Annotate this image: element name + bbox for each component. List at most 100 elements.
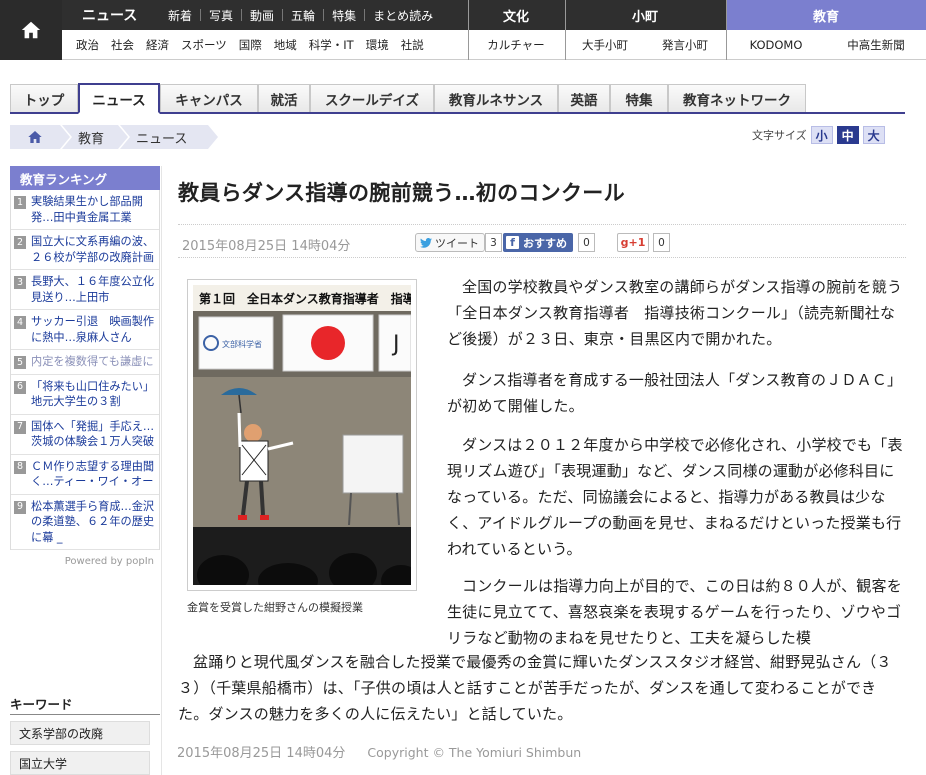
nav-hatsugen[interactable]: 発言小町: [645, 30, 725, 60]
rank-number: 5: [14, 356, 26, 369]
global-header: ニュース 新着 写真 動画 五輪 特集 まとめ読み 文化 小町 教育 政治 社会…: [0, 0, 926, 60]
font-size-small-button[interactable]: 小: [810, 126, 833, 144]
nav-cat-science[interactable]: 科学・IT: [309, 37, 354, 53]
ranking-item[interactable]: 8 ＣＭ作り志望する理由聞く…ティー・ワイ・オー: [11, 455, 159, 495]
keyword-item[interactable]: 文系学部の改廃: [10, 721, 150, 745]
breadcrumb: 教育 ニュース: [10, 125, 460, 149]
ranking-item[interactable]: 9 松本薫選手ら育成…金沢の柔道塾、６２年の歴史に幕 _: [11, 495, 159, 550]
article-photo-frame: 第１回 全日本ダンス教育指導者 指導 文部科学省 J: [187, 279, 417, 591]
facebook-label: おすすめ: [523, 236, 567, 250]
copyright: Copyright © The Yomiuri Shimbun: [367, 745, 582, 760]
rank-number: 2: [14, 236, 26, 249]
font-size-label: 文字サイズ: [752, 129, 807, 142]
nav-cat-economy[interactable]: 経済: [146, 37, 169, 53]
tab-news[interactable]: ニュース: [78, 83, 160, 114]
nav-cat-international[interactable]: 国際: [239, 37, 262, 53]
tab-features[interactable]: 特集: [610, 84, 668, 112]
nav-culture[interactable]: 文化: [468, 0, 564, 30]
tweet-count: 3: [485, 233, 502, 252]
global-nav-sub: 政治 社会 経済 スポーツ 国際 地域 科学・IT 環境 社説 カルチャー 大手…: [62, 30, 926, 60]
rank-number: 1: [14, 196, 26, 209]
nav-sub-item[interactable]: 写真: [209, 7, 233, 24]
keyword-title: キーワード: [10, 697, 73, 712]
ranking-item-text: ＣＭ作り志望する理由聞く…ティー・ワイ・オー: [31, 459, 155, 489]
home-icon: [28, 131, 42, 143]
nav-cat-editorial[interactable]: 社説: [401, 37, 424, 53]
font-size-control: 文字サイズ 小 中 大: [752, 126, 885, 144]
tab-english[interactable]: 英語: [558, 84, 610, 112]
tab-school-days[interactable]: スクールデイズ: [310, 84, 434, 112]
ranking-list: 1 実験結果生かし部品開発…田中貴金属工業 2 国立大に文系再編の波、２６校が学部の…: [10, 190, 160, 550]
footer-date: 2015年08月25日 14時04分: [177, 746, 346, 761]
tweet-label: ツイート: [435, 236, 479, 250]
breadcrumb-news[interactable]: ニュース: [136, 125, 187, 149]
nav-komachi[interactable]: 小町: [565, 0, 725, 30]
home-icon: [21, 21, 41, 39]
rank-number: 8: [14, 460, 26, 474]
nav-cat-politics[interactable]: 政治: [76, 37, 99, 53]
tab-shukatsu[interactable]: 就活: [258, 84, 310, 112]
section-tabs: トップ ニュース キャンパス 就活 スクールデイズ 教育ルネサンス 英語 特集 …: [10, 83, 905, 114]
breadcrumb-education[interactable]: 教育: [78, 125, 104, 149]
stage-photo-illustration: 第１回 全日本ダンス教育指導者 指導 文部科学省 J: [193, 285, 411, 585]
article-paragraph: 全国の学校教員やダンス教室の講師らがダンス指導の腕前を競う「全日本ダンス教育指導…: [447, 278, 903, 348]
font-size-medium-button[interactable]: 中: [836, 126, 859, 144]
tweet-button[interactable]: ツイート: [415, 233, 485, 252]
keyword-divider: [10, 714, 160, 715]
nav-news[interactable]: ニュース: [82, 0, 137, 30]
nav-sub-item[interactable]: 動画: [250, 7, 274, 24]
nav-sub-item[interactable]: 特集: [332, 7, 356, 24]
nav-sub-item[interactable]: 新着: [168, 7, 192, 24]
twitter-bird-icon: [420, 237, 432, 248]
ranking-item-text: 長野大、１６年度公立化見送り…上田市: [31, 275, 155, 304]
tab-edu-network[interactable]: 教育ネットワーク: [668, 84, 806, 112]
ranking-item-text: 「将来も山口住みたい」地元大学生の３割: [31, 379, 155, 409]
nav-cat-society[interactable]: 社会: [111, 37, 134, 53]
ranking-item[interactable]: 4 サッカー引退 映画製作に熱中…泉麻人さん: [11, 310, 159, 350]
home-button[interactable]: [0, 0, 62, 60]
article-footer: 2015年08月25日 14時04分 Copyright © The Yomiur…: [177, 742, 581, 761]
ranking-item-text: 松本薫選手ら育成…金沢の柔道塾、６２年の歴史に幕 _: [31, 499, 155, 544]
breadcrumb-home[interactable]: [27, 125, 43, 149]
divider: [726, 0, 727, 60]
rank-number: 9: [14, 500, 26, 514]
powered-by-popin[interactable]: Powered by popIn: [10, 550, 160, 567]
nav-chukosei[interactable]: 中高生新聞: [826, 30, 926, 60]
photo-banner-text: 第１回 全日本ダンス教育指導者 指導: [199, 291, 411, 306]
divider: [468, 0, 469, 60]
divider: [565, 0, 566, 60]
google-plus-button[interactable]: g+1: [617, 233, 649, 252]
ranking-item-text: サッカー引退 映画製作に熱中…泉麻人さん: [31, 315, 155, 344]
photo-letter-text: J: [391, 332, 400, 357]
keyword-item[interactable]: 国立大学: [10, 751, 150, 775]
ranking-item[interactable]: 1 実験結果生かし部品開発…田中貴金属工業: [11, 190, 159, 230]
ranking-item-text: 国体へ「発掘」手応え…茨城の体験会１万人突破: [31, 419, 155, 449]
nav-cat-region[interactable]: 地域: [274, 37, 297, 53]
nav-otemachi[interactable]: 大手小町: [565, 30, 645, 60]
google-plus-count: 0: [653, 233, 670, 252]
article-photo[interactable]: 第１回 全日本ダンス教育指導者 指導 文部科学省 J: [193, 285, 411, 585]
font-size-large-button[interactable]: 大: [862, 126, 885, 144]
ranking-item-text: 実験結果生かし部品開発…田中貴金属工業: [31, 195, 143, 224]
ranking-item[interactable]: 2 国立大に文系再編の波、２６校が学部の改廃計画: [11, 230, 159, 270]
nav-sub-item[interactable]: 五輪: [291, 7, 315, 24]
tab-top[interactable]: トップ: [10, 84, 78, 112]
nav-education[interactable]: 教育: [726, 0, 926, 30]
nav-news-sub: 新着 写真 動画 五輪 特集 まとめ読み: [168, 0, 433, 30]
rank-number: 6: [14, 380, 26, 394]
ranking-item[interactable]: 5 内定を複数得ても謙虚に: [11, 350, 159, 375]
nav-culture-sub[interactable]: カルチャー: [468, 30, 564, 60]
nav-kodomo[interactable]: KODOMO: [726, 30, 826, 60]
tab-campus[interactable]: キャンパス: [160, 84, 258, 112]
article-paragraph: コンクールは指導力向上が目的で、この日は約８０人が、観客を生徒に見立てて、喜怒哀…: [447, 577, 902, 647]
article-meta: 2015年08月25日 14時04分 ツイート 3 f おすすめ 0 g+1 0: [178, 224, 906, 258]
nav-cat-environment[interactable]: 環境: [366, 37, 389, 53]
nav-sub-item[interactable]: まとめ読み: [373, 7, 433, 24]
facebook-recommend-button[interactable]: f おすすめ: [503, 233, 573, 252]
ranking-item[interactable]: 6 「将来も山口住みたい」地元大学生の３割: [11, 375, 159, 415]
tab-renaissance[interactable]: 教育ルネサンス: [434, 84, 558, 112]
rank-number: 4: [14, 316, 26, 329]
nav-cat-sports[interactable]: スポーツ: [181, 37, 227, 53]
ranking-item[interactable]: 7 国体へ「発掘」手応え…茨城の体験会１万人突破: [11, 415, 159, 455]
ranking-item[interactable]: 3 長野大、１６年度公立化見送り…上田市: [11, 270, 159, 310]
